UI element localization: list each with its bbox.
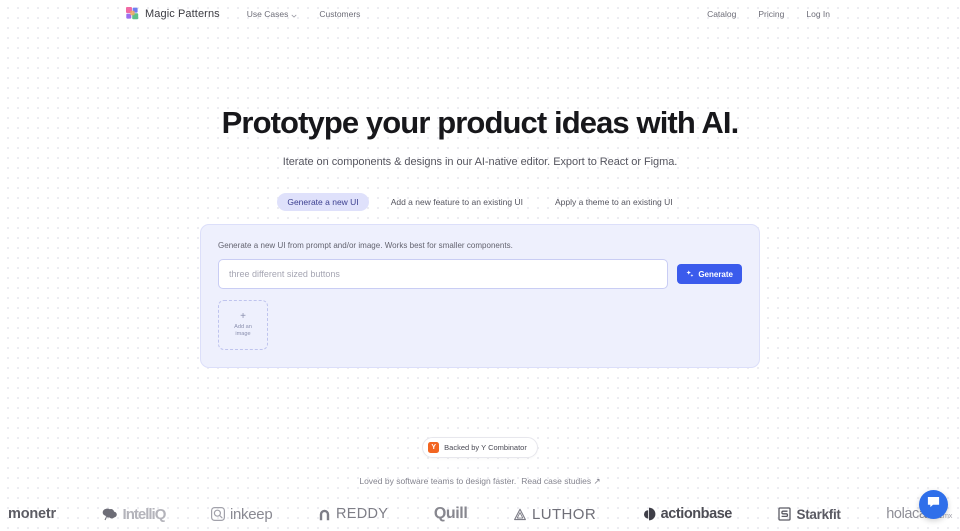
nav-link-log-in[interactable]: Log In [806,9,830,19]
plus-icon: + [240,311,246,323]
nav-link-use-cases-label: Use Cases [246,9,289,19]
logo-inkeep: inkeep [210,505,273,523]
half-moon-icon [642,507,656,521]
primary-nav-links: Use Cases Customers [247,9,361,19]
prompt-input[interactable] [218,259,669,290]
social-proof-line: Loved by software teams to design faster… [0,476,960,487]
hero-section: Prototype your product ideas with AI. It… [0,105,960,169]
nav-link-use-cases[interactable]: Use Cases [247,9,298,19]
nav-link-pricing[interactable]: Pricing [758,9,784,19]
chat-bubble-icon [926,495,941,514]
logo-reddy-label: REDDY [335,506,389,522]
logo-starkfit: Starkfit [777,506,841,522]
logo-intelliq-label: IntelliQ [122,505,167,523]
brain-icon [102,508,118,521]
customer-logo-strip: monetr IntelliQ inkeep REDDY Quill LUTHO… [0,505,960,523]
add-image-label: Add an image [234,324,252,338]
generate-button[interactable]: Generate [677,264,742,285]
logo-luthor: LUTHOR [513,506,596,523]
s-block-icon [777,507,792,521]
nav-link-catalog[interactable]: Catalog [707,9,736,19]
logo-quill-label: Quill [433,505,468,522]
brand-logo-link[interactable]: Magic Patterns [126,7,220,21]
tab-generate-new-ui[interactable]: Generate a new UI [277,193,369,212]
logo-monetr: monetr [8,506,56,522]
logo-monetr-label: monetr [8,506,56,522]
logo-inkeep-label: inkeep [229,505,273,523]
read-case-studies-label: Read case studies [521,476,592,487]
logo-actionbase-label: actionbase [660,506,733,522]
social-proof-text: Loved by software teams to design faster… [359,476,517,487]
brand-name: Magic Patterns [145,8,220,20]
magic-patterns-pinwheel-logo [126,7,139,21]
status-badge[interactable]: Y Backed by Y Combinator [422,437,538,459]
generator-hint: Generate a new UI from prompt and/or ima… [218,241,513,251]
y-combinator-icon: Y [428,442,440,454]
yc-badge-label: Backed by Y Combinator [444,443,527,453]
arrow-up-right-icon: ↗ [593,476,601,487]
logo-luthor-label: LUTHOR [532,505,597,523]
arch-icon [318,508,331,521]
tab-add-feature[interactable]: Add a new feature to an existing UI [381,193,533,211]
read-case-studies-link[interactable]: Read case studies ↗ [521,476,600,486]
magnifier-square-icon [210,507,225,521]
sparkle-icon [686,270,694,278]
mode-tabs: Generate a new UI Add a new feature to a… [0,193,960,212]
tab-apply-theme[interactable]: Apply a theme to an existing UI [545,193,683,211]
page-title: Prototype your product ideas with AI. [221,105,740,140]
logo-starkfit-label: Starkfit [796,506,841,522]
hero-subtitle: Iterate on components & designs in our A… [282,156,678,169]
triangle-outline-icon [513,508,527,521]
nav-link-customers-label: Customers [319,9,361,19]
logo-quill: Quill [434,505,468,523]
secondary-nav-links: Catalog Pricing Log In [707,9,830,19]
prompt-row: Generate [218,259,742,290]
nav-link-customers[interactable]: Customers [319,9,360,19]
logo-intelliq: IntelliQ [102,506,166,523]
add-image-dropzone[interactable]: + Add an image [218,300,268,351]
yc-badge-wrap: Y Backed by Y Combinator [0,437,960,459]
chat-widget-button[interactable] [919,490,948,519]
chevron-down-icon [291,11,297,18]
generator-card: Generate a new UI from prompt and/or ima… [200,224,760,369]
generate-button-label: Generate [698,269,733,279]
logo-actionbase: actionbase [642,506,732,522]
top-navigation: Magic Patterns Use Cases Customers Catal… [0,0,960,28]
logo-reddy: REDDY [318,506,388,522]
